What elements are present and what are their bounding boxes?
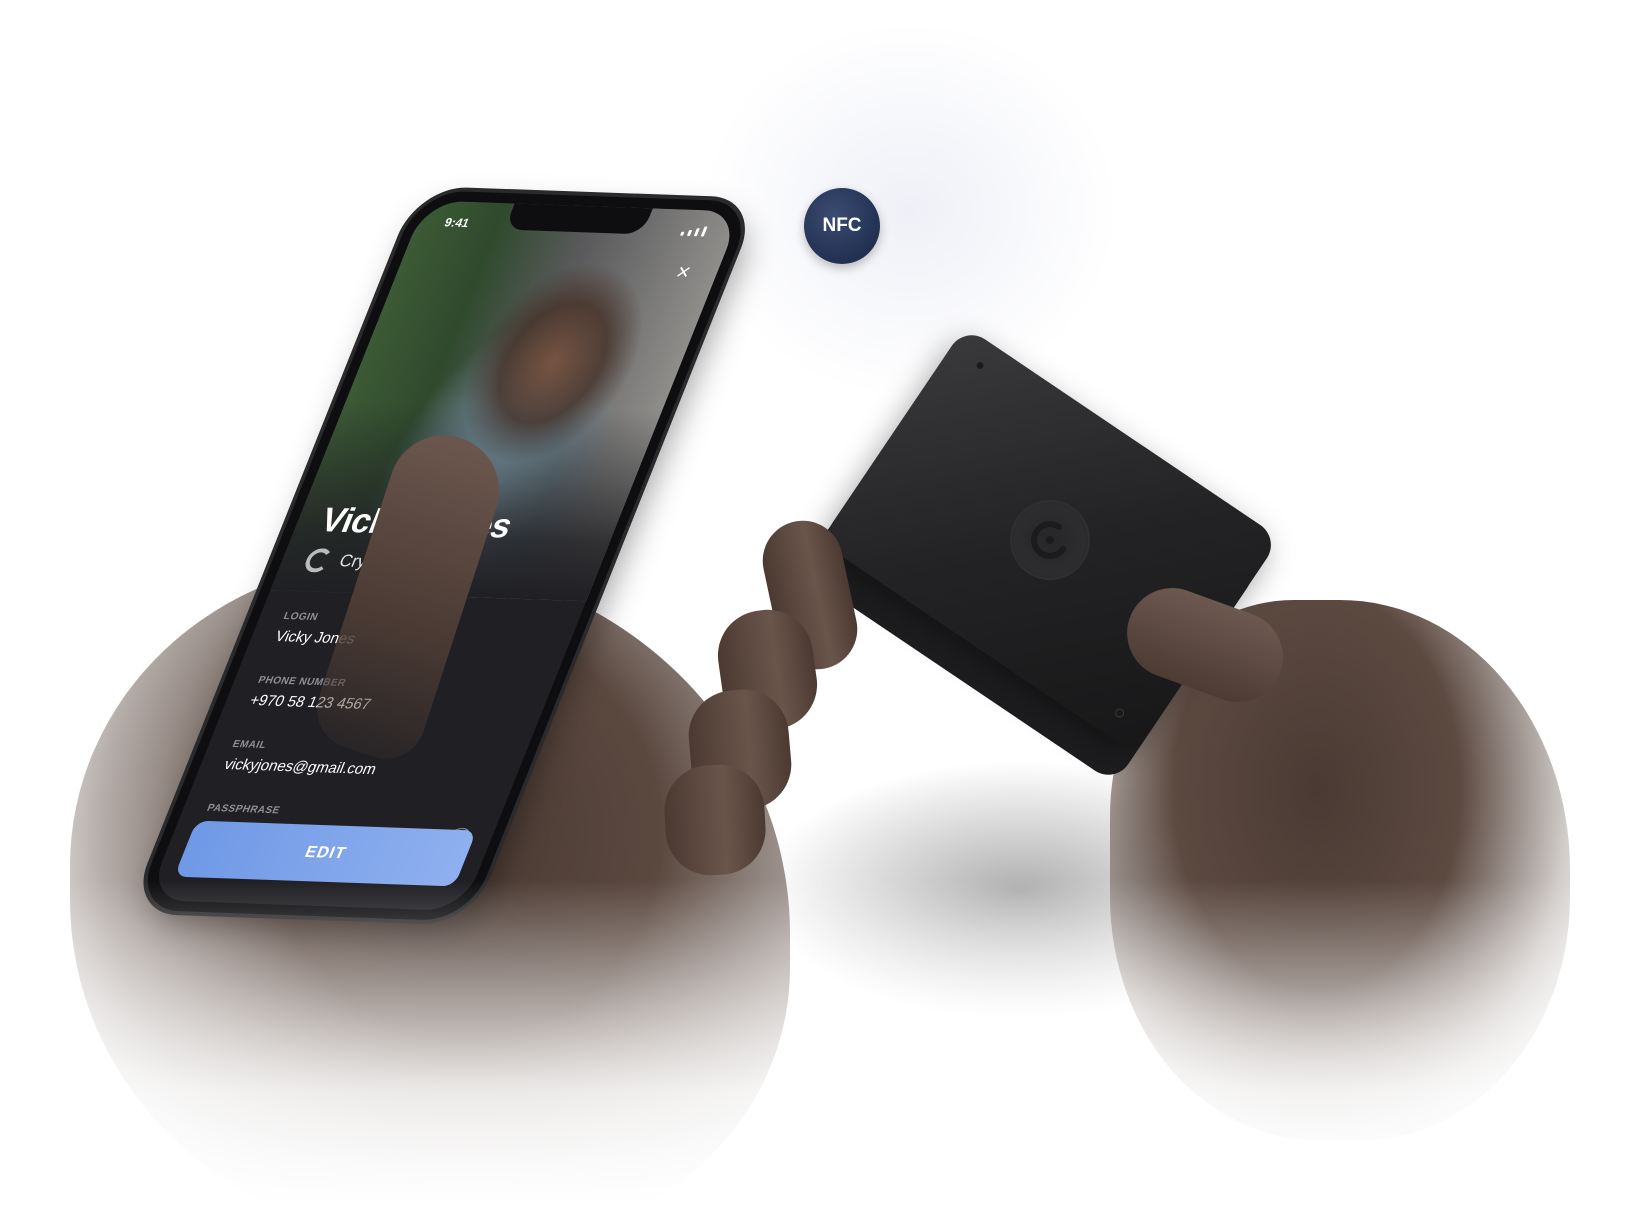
card-hole [973, 359, 987, 372]
nfc-card-device [799, 325, 1281, 785]
nfc-badge: NFC [804, 188, 880, 264]
signal-icon [693, 228, 700, 237]
edit-button[interactable]: EDIT [174, 820, 477, 887]
status-icons [679, 226, 708, 237]
left-finger [662, 762, 768, 878]
card-hole [1113, 706, 1126, 720]
product-scene: 9:41 × Vicky Jones Cryp • Case X Pro LOG… [0, 0, 1652, 1205]
field-value: vickyjones@gmail.com [221, 755, 380, 779]
bottom-fade [0, 880, 1652, 1205]
card-logo-icon [994, 484, 1106, 596]
phone-notch [504, 203, 653, 235]
signal-icon [686, 229, 693, 237]
signal-icon [679, 231, 685, 236]
